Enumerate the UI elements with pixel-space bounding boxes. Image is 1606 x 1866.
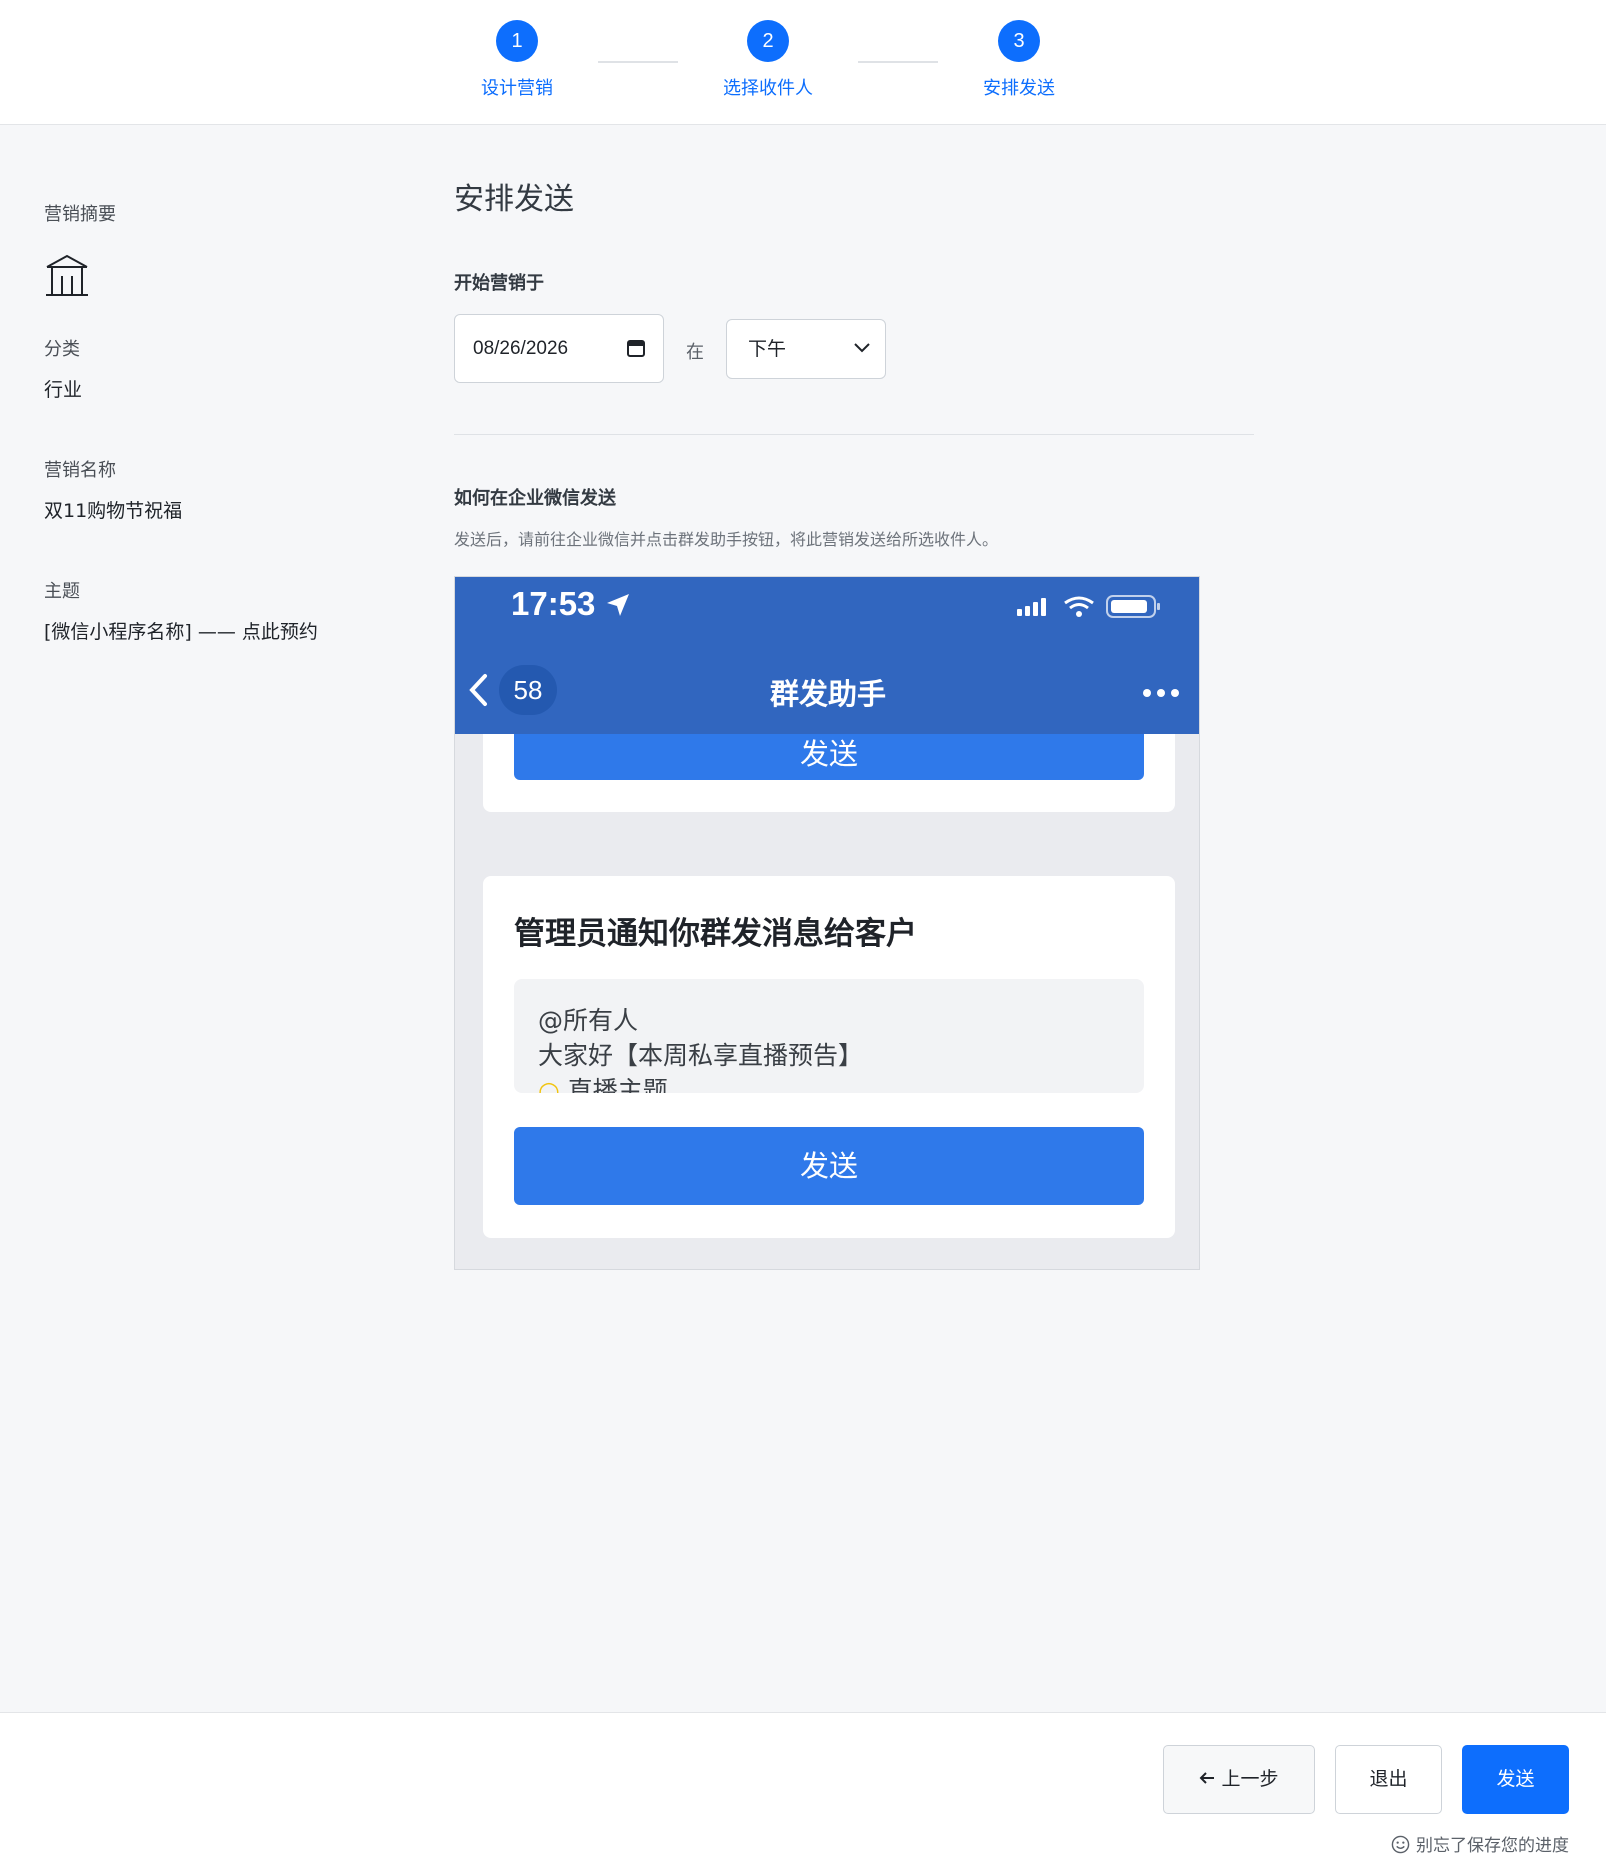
step-label: 安排发送 — [983, 78, 1055, 99]
start-date-input[interactable]: 08/26/2026 — [454, 314, 664, 383]
how-to-description: 发送后，请前往企业微信并点击群发助手按钮，将此营销发送给所选收件人。 — [454, 530, 999, 549]
date-value: 08/26/2026 — [473, 338, 569, 359]
at-label: 在 — [686, 342, 704, 363]
summary-heading: 营销摘要 — [44, 204, 116, 225]
step-label: 设计营销 — [481, 78, 553, 99]
status-time: 17:53 — [511, 585, 631, 623]
more-icon — [1143, 689, 1179, 697]
status-bar-icons — [1017, 595, 1160, 618]
step-connector — [858, 61, 938, 63]
start-label: 开始营销于 — [454, 273, 544, 294]
chevron-down-icon — [854, 343, 870, 353]
schedule-section: 安排发送 开始营销于 08/26/2026 在 下午 如何在企业微信发送 发送后… — [454, 174, 1254, 549]
step-recipients[interactable]: 2 选择收件人 — [688, 20, 848, 100]
step-connector — [598, 61, 678, 63]
card-title: 管理员通知你群发消息给客户 — [514, 916, 917, 952]
section-divider — [454, 434, 1254, 435]
message-line: 大家好【本周私享直播预告】 — [538, 1041, 864, 1070]
message-line: ○ 直播主题 — [538, 1076, 668, 1093]
preview-send-button: 发送 — [514, 1127, 1144, 1205]
wecom-nav-title: 群发助手 — [769, 677, 886, 711]
how-to-title: 如何在企业微信发送 — [454, 488, 616, 509]
step-number: 2 — [747, 20, 789, 62]
calendar-icon[interactable] — [627, 339, 645, 357]
previous-message-card: 发送 — [483, 734, 1175, 812]
wecom-preview-screenshot: 17:53 58 群发助手 发送 管理员通知你群发消息给客户 @所有人 大家好【… — [454, 576, 1200, 1270]
message-preview: @所有人 大家好【本周私享直播预告】 ○ 直播主题 — [514, 979, 1144, 1093]
campaign-name-label: 营销名称 — [44, 460, 116, 481]
subject-value: [微信小程序名称] —— 点此预约 — [44, 621, 318, 643]
campaign-summary: 营销摘要 分类 行业 营销名称 双11购物节祝福 主题 [微信小程序名称] ——… — [44, 200, 384, 644]
mass-message-card: 管理员通知你群发消息给客户 @所有人 大家好【本周私享直播预告】 ○ 直播主题 … — [483, 876, 1175, 1238]
location-arrow-icon — [606, 594, 629, 616]
time-value: 下午 — [748, 338, 787, 360]
arrow-left-icon — [1200, 1772, 1215, 1784]
subject-label: 主题 — [44, 581, 80, 602]
save-progress-hint: 别忘了保存您的进度 — [1391, 1831, 1569, 1856]
step-schedule[interactable]: 3 安排发送 — [939, 20, 1099, 100]
step-number: 1 — [496, 20, 538, 62]
campaign-name-value: 双11购物节祝福 — [44, 500, 183, 522]
page-title: 安排发送 — [454, 182, 574, 217]
building-icon — [46, 254, 88, 296]
footer-bar: 上一步 退出 发送 别忘了保存您的进度 — [0, 1712, 1606, 1866]
preview-send-button: 发送 — [514, 734, 1144, 780]
wecom-nav-bar: 17:53 58 群发助手 — [455, 577, 1199, 734]
category-label: 分类 — [44, 339, 80, 360]
step-design[interactable]: 1 设计营销 — [437, 20, 597, 100]
progress-stepper: 1 设计营销 2 选择收件人 3 安排发送 — [0, 0, 1606, 125]
send-button[interactable]: 发送 — [1462, 1745, 1569, 1814]
step-number: 3 — [998, 20, 1040, 62]
smile-icon — [1391, 1835, 1410, 1854]
previous-step-button[interactable]: 上一步 — [1163, 1745, 1315, 1814]
category-value: 行业 — [44, 379, 83, 401]
previous-step-label: 上一步 — [1221, 1768, 1279, 1790]
exit-button[interactable]: 退出 — [1335, 1745, 1442, 1814]
time-period-select[interactable]: 下午 — [726, 319, 886, 379]
message-line: @所有人 — [538, 1006, 639, 1035]
step-label: 选择收件人 — [723, 78, 813, 99]
